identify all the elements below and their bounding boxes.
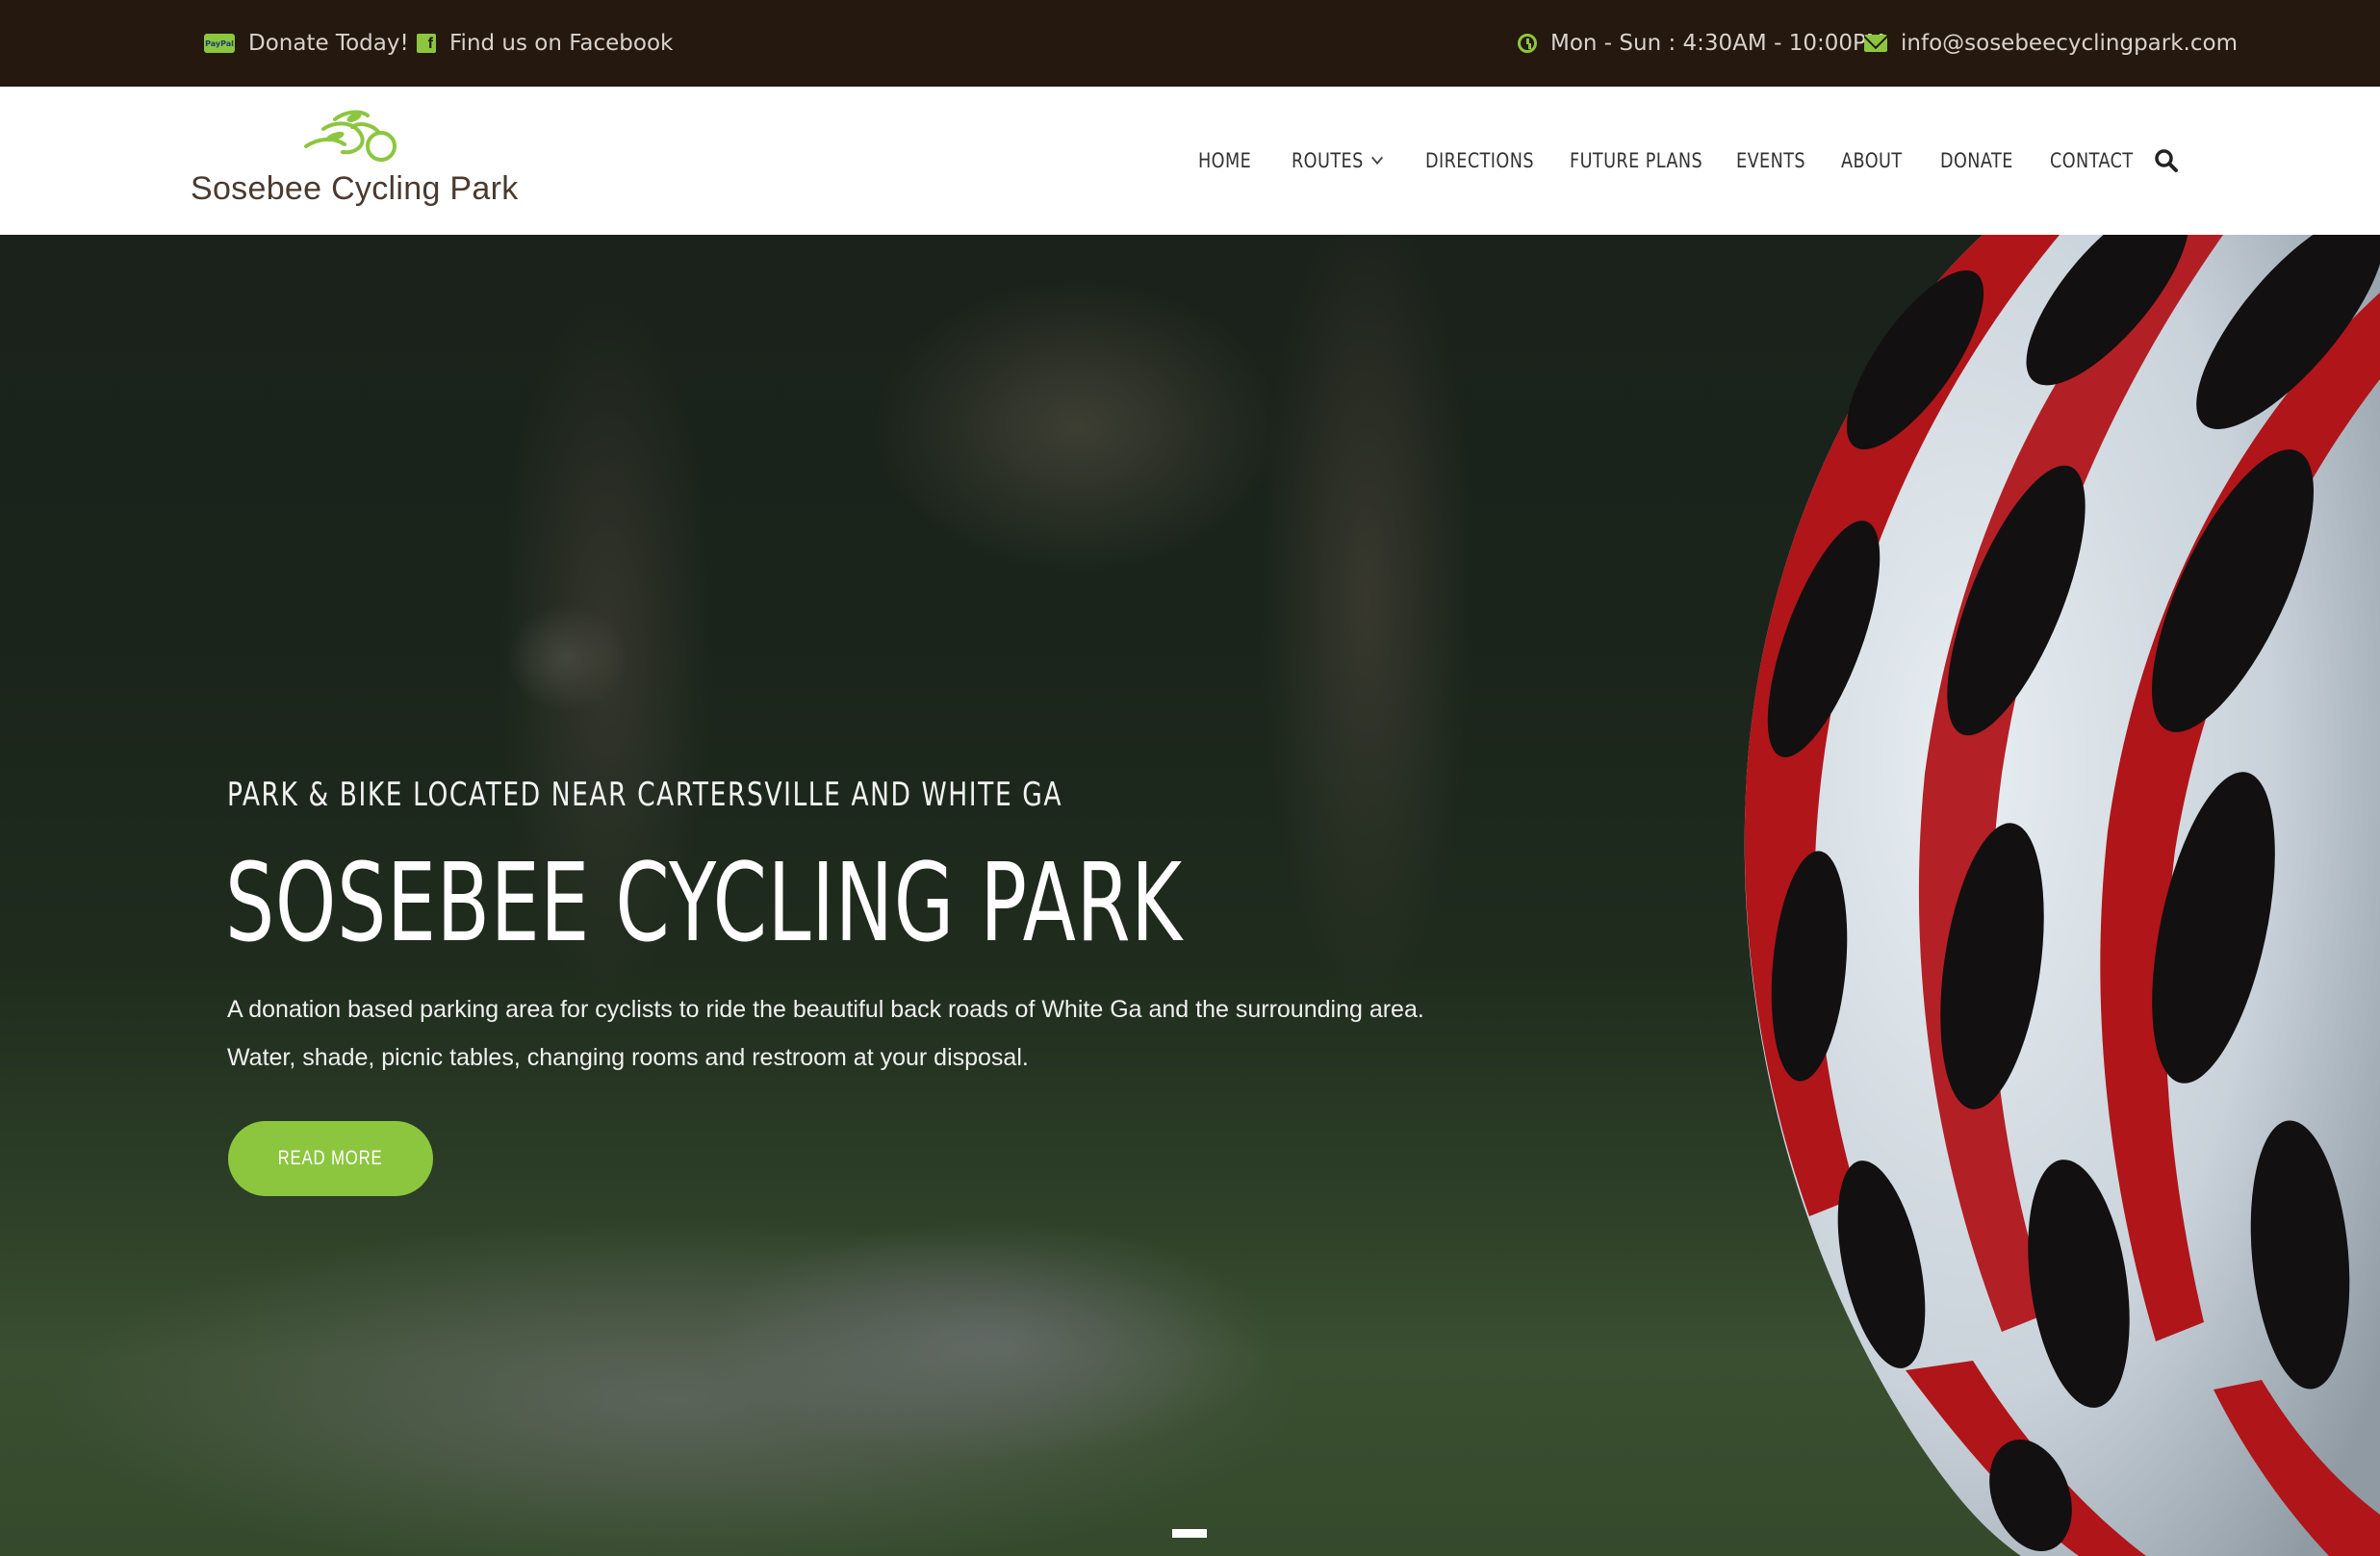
nav-future-plans[interactable]: FUTURE PLANS <box>1570 87 1702 235</box>
nav-events-label: EVENTS <box>1736 149 1806 172</box>
hours-info: Mon - Sun : 4:30AM - 10:00PM <box>1518 0 1885 87</box>
paypal-icon: PayPal <box>204 34 235 53</box>
nav-donate-label: DONATE <box>1940 149 2013 172</box>
nav-contact[interactable]: CONTACT <box>2050 87 2134 235</box>
nav-home[interactable]: HOME <box>1198 87 1251 235</box>
hero-description-line-1: A donation based parking area for cyclis… <box>227 996 1424 1023</box>
search-button[interactable] <box>2154 148 2179 173</box>
donate-label: Donate Today! <box>248 31 409 56</box>
hero-title: SOSEBEE CYCLING PARK <box>225 841 1183 966</box>
email-text: info@sosebeecyclingpark.com <box>1901 31 2238 56</box>
nav-directions[interactable]: DIRECTIONS <box>1425 87 1534 235</box>
nav-about-label: ABOUT <box>1841 149 1903 172</box>
mail-icon <box>1864 35 1887 52</box>
nav-events[interactable]: EVENTS <box>1736 87 1805 235</box>
site-logo[interactable]: Sosebee Cycling Park <box>191 108 518 216</box>
nav-future-plans-label: FUTURE PLANS <box>1570 149 1703 172</box>
nav-about[interactable]: ABOUT <box>1841 87 1903 235</box>
chevron-down-icon <box>1371 150 1383 166</box>
hero-kicker: PARK & BIKE LOCATED NEAR CARTERSVILLE AN… <box>227 776 1063 814</box>
email-link[interactable]: info@sosebeecyclingpark.com <box>1864 0 2238 87</box>
facebook-icon: f <box>417 34 436 53</box>
paypal-badge-text: PayPal <box>204 34 235 53</box>
nav-directions-label: DIRECTIONS <box>1425 149 1534 172</box>
slider-pagination-dot[interactable] <box>1172 1529 1207 1538</box>
nav-routes-label: ROUTES <box>1292 149 1364 172</box>
nav-donate[interactable]: DONATE <box>1940 87 2013 235</box>
hero-description: A donation based parking area for cyclis… <box>227 985 1767 1082</box>
facebook-link[interactable]: f Find us on Facebook <box>417 0 673 87</box>
logo-text: Sosebee Cycling Park <box>191 170 519 207</box>
nav-routes[interactable]: ROUTES <box>1292 87 1383 235</box>
clock-icon <box>1518 34 1537 53</box>
site-header: Sosebee Cycling Park HOME ROUTES DIRECTI… <box>0 87 2380 235</box>
nav-contact-label: CONTACT <box>2050 149 2134 172</box>
hero-slider: PARK & BIKE LOCATED NEAR CARTERSVILLE AN… <box>0 235 2380 1556</box>
hours-text: Mon - Sun : 4:30AM - 10:00PM <box>1550 31 1885 56</box>
facebook-label: Find us on Facebook <box>449 31 674 56</box>
search-icon <box>2155 149 2178 172</box>
donate-link[interactable]: PayPal Donate Today! <box>204 0 409 87</box>
nav-home-label: HOME <box>1198 149 1252 172</box>
bicycle-logo-icon <box>304 110 397 162</box>
hero-description-line-2: Water, shade, picnic tables, changing ro… <box>227 1044 1029 1071</box>
read-more-label: READ MORE <box>278 1147 383 1169</box>
top-bar: PayPal Donate Today! f Find us on Facebo… <box>0 0 2380 87</box>
read-more-button[interactable]: READ MORE <box>228 1121 433 1196</box>
